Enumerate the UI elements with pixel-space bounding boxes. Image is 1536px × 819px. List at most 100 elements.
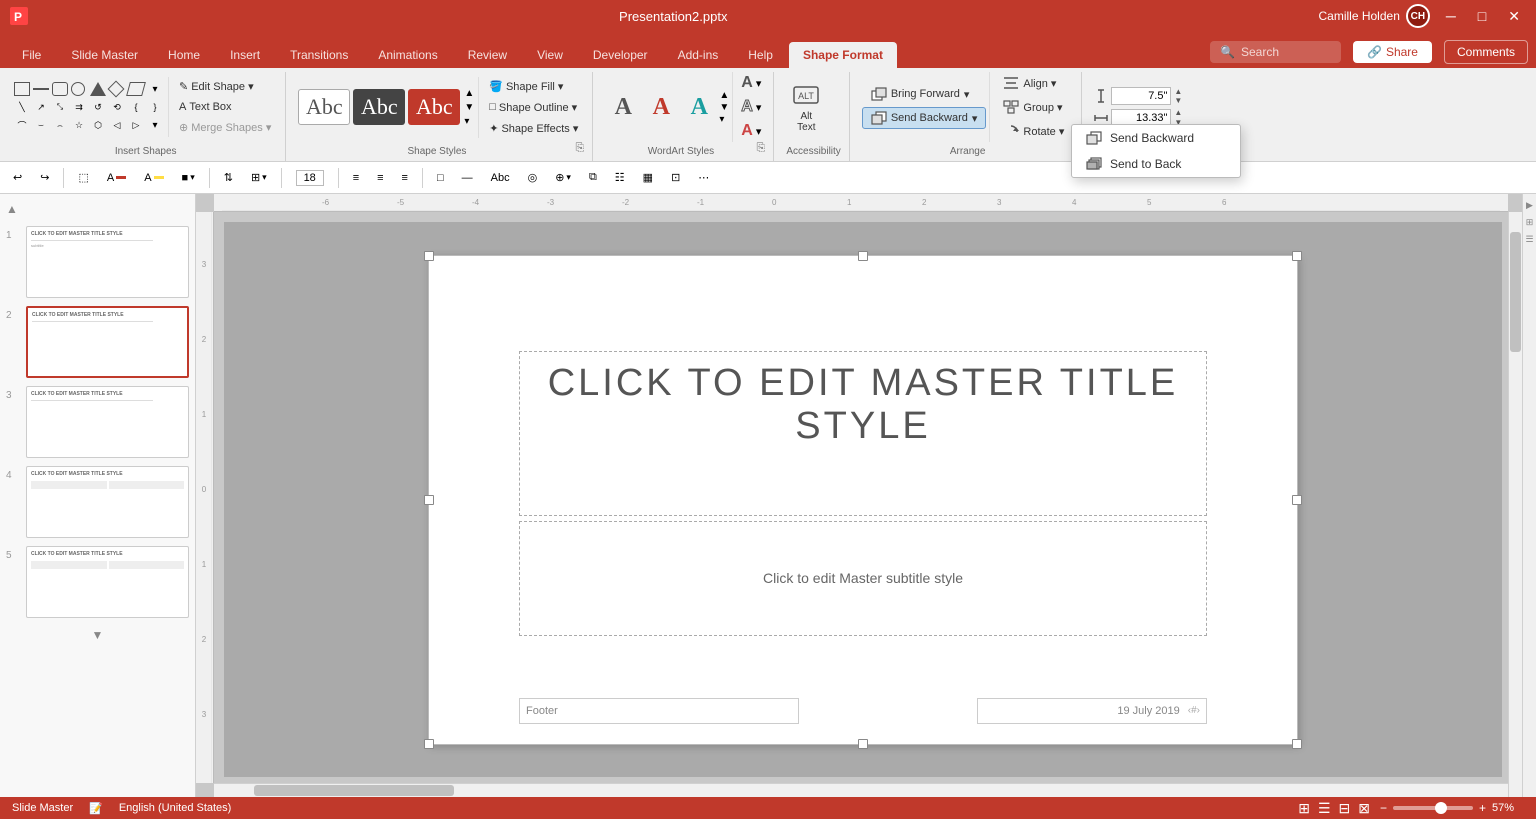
shape-styles-expand[interactable]: ⎘ (576, 142, 585, 155)
right-panel-option2[interactable]: ☰ (1523, 232, 1535, 247)
slide-img-1[interactable]: CLICK TO EDIT MASTER TITLE STYLE subtitl… (26, 226, 189, 298)
shape-style-expand[interactable]: ▾ (463, 115, 475, 128)
height-down-arrow[interactable]: ▼ (1174, 96, 1182, 106)
scrollbar-vertical[interactable] (1508, 212, 1522, 797)
wordart-scroll-up[interactable]: ▲ (719, 90, 729, 101)
shape-more[interactable]: ▾ (147, 82, 163, 96)
slide-thumbnail-5[interactable]: 5 CLICK TO EDIT MASTER TITLE STYLE (6, 546, 189, 618)
shape-4[interactable]: ⤡ (52, 100, 68, 114)
handle-top-right[interactable] (1292, 251, 1302, 261)
tab-shape-format[interactable]: Shape Format (789, 42, 897, 68)
tab-view[interactable]: View (523, 42, 577, 68)
view-normal-button[interactable]: ⊞ (1298, 800, 1310, 817)
scrollbar-horizontal[interactable] (214, 783, 1508, 797)
tb-order-button[interactable]: ⊞ ▾ (244, 167, 274, 188)
slide-thumbnail-4[interactable]: 4 CLICK TO EDIT MASTER TITLE STYLE (6, 466, 189, 538)
shape-rect[interactable] (14, 82, 30, 96)
language-label[interactable]: English (United States) (119, 802, 232, 814)
subtitle-text[interactable]: Click to edit Master subtitle style (763, 570, 963, 586)
tb-fill-button[interactable]: ■ ▾ (175, 168, 202, 188)
tb-grid-button[interactable]: ☷ (608, 167, 632, 188)
shape-6[interactable]: ↺ (90, 100, 106, 114)
slide-img-5[interactable]: CLICK TO EDIT MASTER TITLE STYLE (26, 546, 189, 618)
merge-shapes-button[interactable]: ⊕ Merge Shapes ▾ (173, 118, 277, 137)
shape-rounded-rect[interactable] (52, 82, 68, 96)
send-backward-item[interactable]: Send Backward (1072, 125, 1240, 151)
handle-bottom-middle[interactable] (858, 739, 868, 749)
handle-bottom-left[interactable] (424, 739, 434, 749)
send-to-back-item[interactable]: Send to Back (1072, 151, 1240, 177)
minimize-button[interactable]: ─ (1440, 8, 1462, 24)
text-fill-button[interactable]: A ▾ (737, 72, 765, 94)
zoom-slider[interactable] (1393, 806, 1473, 810)
shape-12[interactable]: ⌢ (52, 118, 68, 132)
wordart-scroll-down[interactable]: ▼ (719, 102, 729, 113)
text-box-button[interactable]: A Text Box (173, 98, 277, 116)
shape-style-1[interactable]: Abc (298, 89, 350, 125)
bring-forward-button[interactable]: Bring Forward ▾ (862, 83, 979, 105)
search-box[interactable]: 🔍 (1210, 41, 1341, 63)
shape-outline-button[interactable]: □ Shape Outline ▾ (483, 98, 584, 117)
tb-font-color-button[interactable]: A (100, 168, 133, 188)
shape-parallelogram[interactable] (126, 82, 146, 96)
height-up-arrow[interactable]: ▲ (1174, 87, 1182, 97)
shape-3[interactable]: ↗ (33, 100, 49, 114)
group-button[interactable]: Group ▾ (994, 96, 1073, 118)
shape-14[interactable]: ⬡ (90, 118, 106, 132)
tab-home[interactable]: Home (154, 42, 214, 68)
font-size-field[interactable] (296, 170, 324, 186)
tab-developer[interactable]: Developer (579, 42, 662, 68)
edit-shape-button[interactable]: ✎ Edit Shape ▾ (173, 77, 277, 96)
tb-sort-button[interactable]: ⇅ (217, 167, 240, 188)
tab-insert[interactable]: Insert (216, 42, 274, 68)
tb-image-button[interactable]: ◎ (521, 167, 545, 188)
scroll-thumb-vertical[interactable] (1510, 232, 1521, 352)
tb-align-center-button[interactable]: ≡ (370, 168, 390, 188)
tab-help[interactable]: Help (734, 42, 787, 68)
handle-top-left[interactable] (424, 251, 434, 261)
width-up-arrow[interactable]: ▲ (1174, 108, 1182, 118)
subtitle-placeholder[interactable]: Click to edit Master subtitle style (519, 521, 1207, 636)
comments-button[interactable]: Comments (1444, 40, 1528, 64)
slide-thumbnail-1[interactable]: 1 CLICK TO EDIT MASTER TITLE STYLE subti… (6, 226, 189, 298)
align-button[interactable]: Align ▾ (994, 72, 1073, 94)
slide-img-3[interactable]: CLICK TO EDIT MASTER TITLE STYLE (26, 386, 189, 458)
tb-select-button[interactable]: ⬚ (71, 167, 95, 188)
view-fullscreen-button[interactable]: ⊠ (1358, 800, 1370, 817)
right-panel-collapse[interactable]: ▶ (1524, 198, 1535, 213)
tab-review[interactable]: Review (454, 42, 521, 68)
tb-object-button[interactable]: ⊡ (664, 167, 687, 188)
shape-2[interactable]: ╲ (14, 100, 30, 114)
tab-addins[interactable]: Add-ins (664, 42, 733, 68)
text-outline-button[interactable]: A ▾ (737, 96, 765, 118)
shape-fill-button[interactable]: 🪣 Shape Fill ▾ (483, 77, 584, 96)
slide-img-4[interactable]: CLICK TO EDIT MASTER TITLE STYLE (26, 466, 189, 538)
tab-animations[interactable]: Animations (364, 42, 451, 68)
share-button[interactable]: 🔗 Share (1353, 41, 1432, 63)
handle-mid-right[interactable] (1292, 495, 1302, 505)
tb-more-button[interactable]: ⋯ (691, 167, 716, 188)
shape-9[interactable]: } (147, 100, 163, 114)
wordart-style-red[interactable]: A (643, 89, 679, 125)
slide-panel-scroll-up[interactable]: ▲ (6, 202, 18, 216)
maximize-button[interactable]: □ (1472, 8, 1492, 24)
wordart-style-gray[interactable]: A (605, 89, 641, 125)
alt-text-button[interactable]: ALT Alt Text (786, 77, 826, 137)
wordart-style-teal[interactable]: A (681, 89, 717, 125)
shape-triangle[interactable] (90, 82, 106, 96)
view-outline-button[interactable]: ☰ (1318, 800, 1331, 817)
zoom-level[interactable]: 57% (1492, 802, 1524, 814)
shape-10[interactable]: ⌒ (14, 118, 30, 132)
canvas-area[interactable]: -6 -5 -4 -3 -2 -1 0 1 2 3 4 5 6 3 2 1 (196, 194, 1522, 797)
tb-shape-button[interactable]: Abc (484, 168, 517, 188)
slide-page[interactable]: Click to Edit Master Title Style Click t… (428, 255, 1298, 745)
shape-line[interactable] (33, 82, 49, 96)
slide-img-2[interactable]: CLICK TO EDIT MASTER TITLE STYLE (26, 306, 189, 378)
tab-transitions[interactable]: Transitions (276, 42, 362, 68)
shape-style-scroll-down[interactable]: ▼ (463, 101, 475, 114)
zoom-slider-thumb[interactable] (1435, 802, 1447, 814)
tb-line-button[interactable]: — (455, 168, 480, 188)
shape-7[interactable]: ⟲ (109, 100, 125, 114)
tb-font-size-input[interactable] (289, 166, 331, 190)
shape-11[interactable]: ⌣ (33, 118, 49, 132)
